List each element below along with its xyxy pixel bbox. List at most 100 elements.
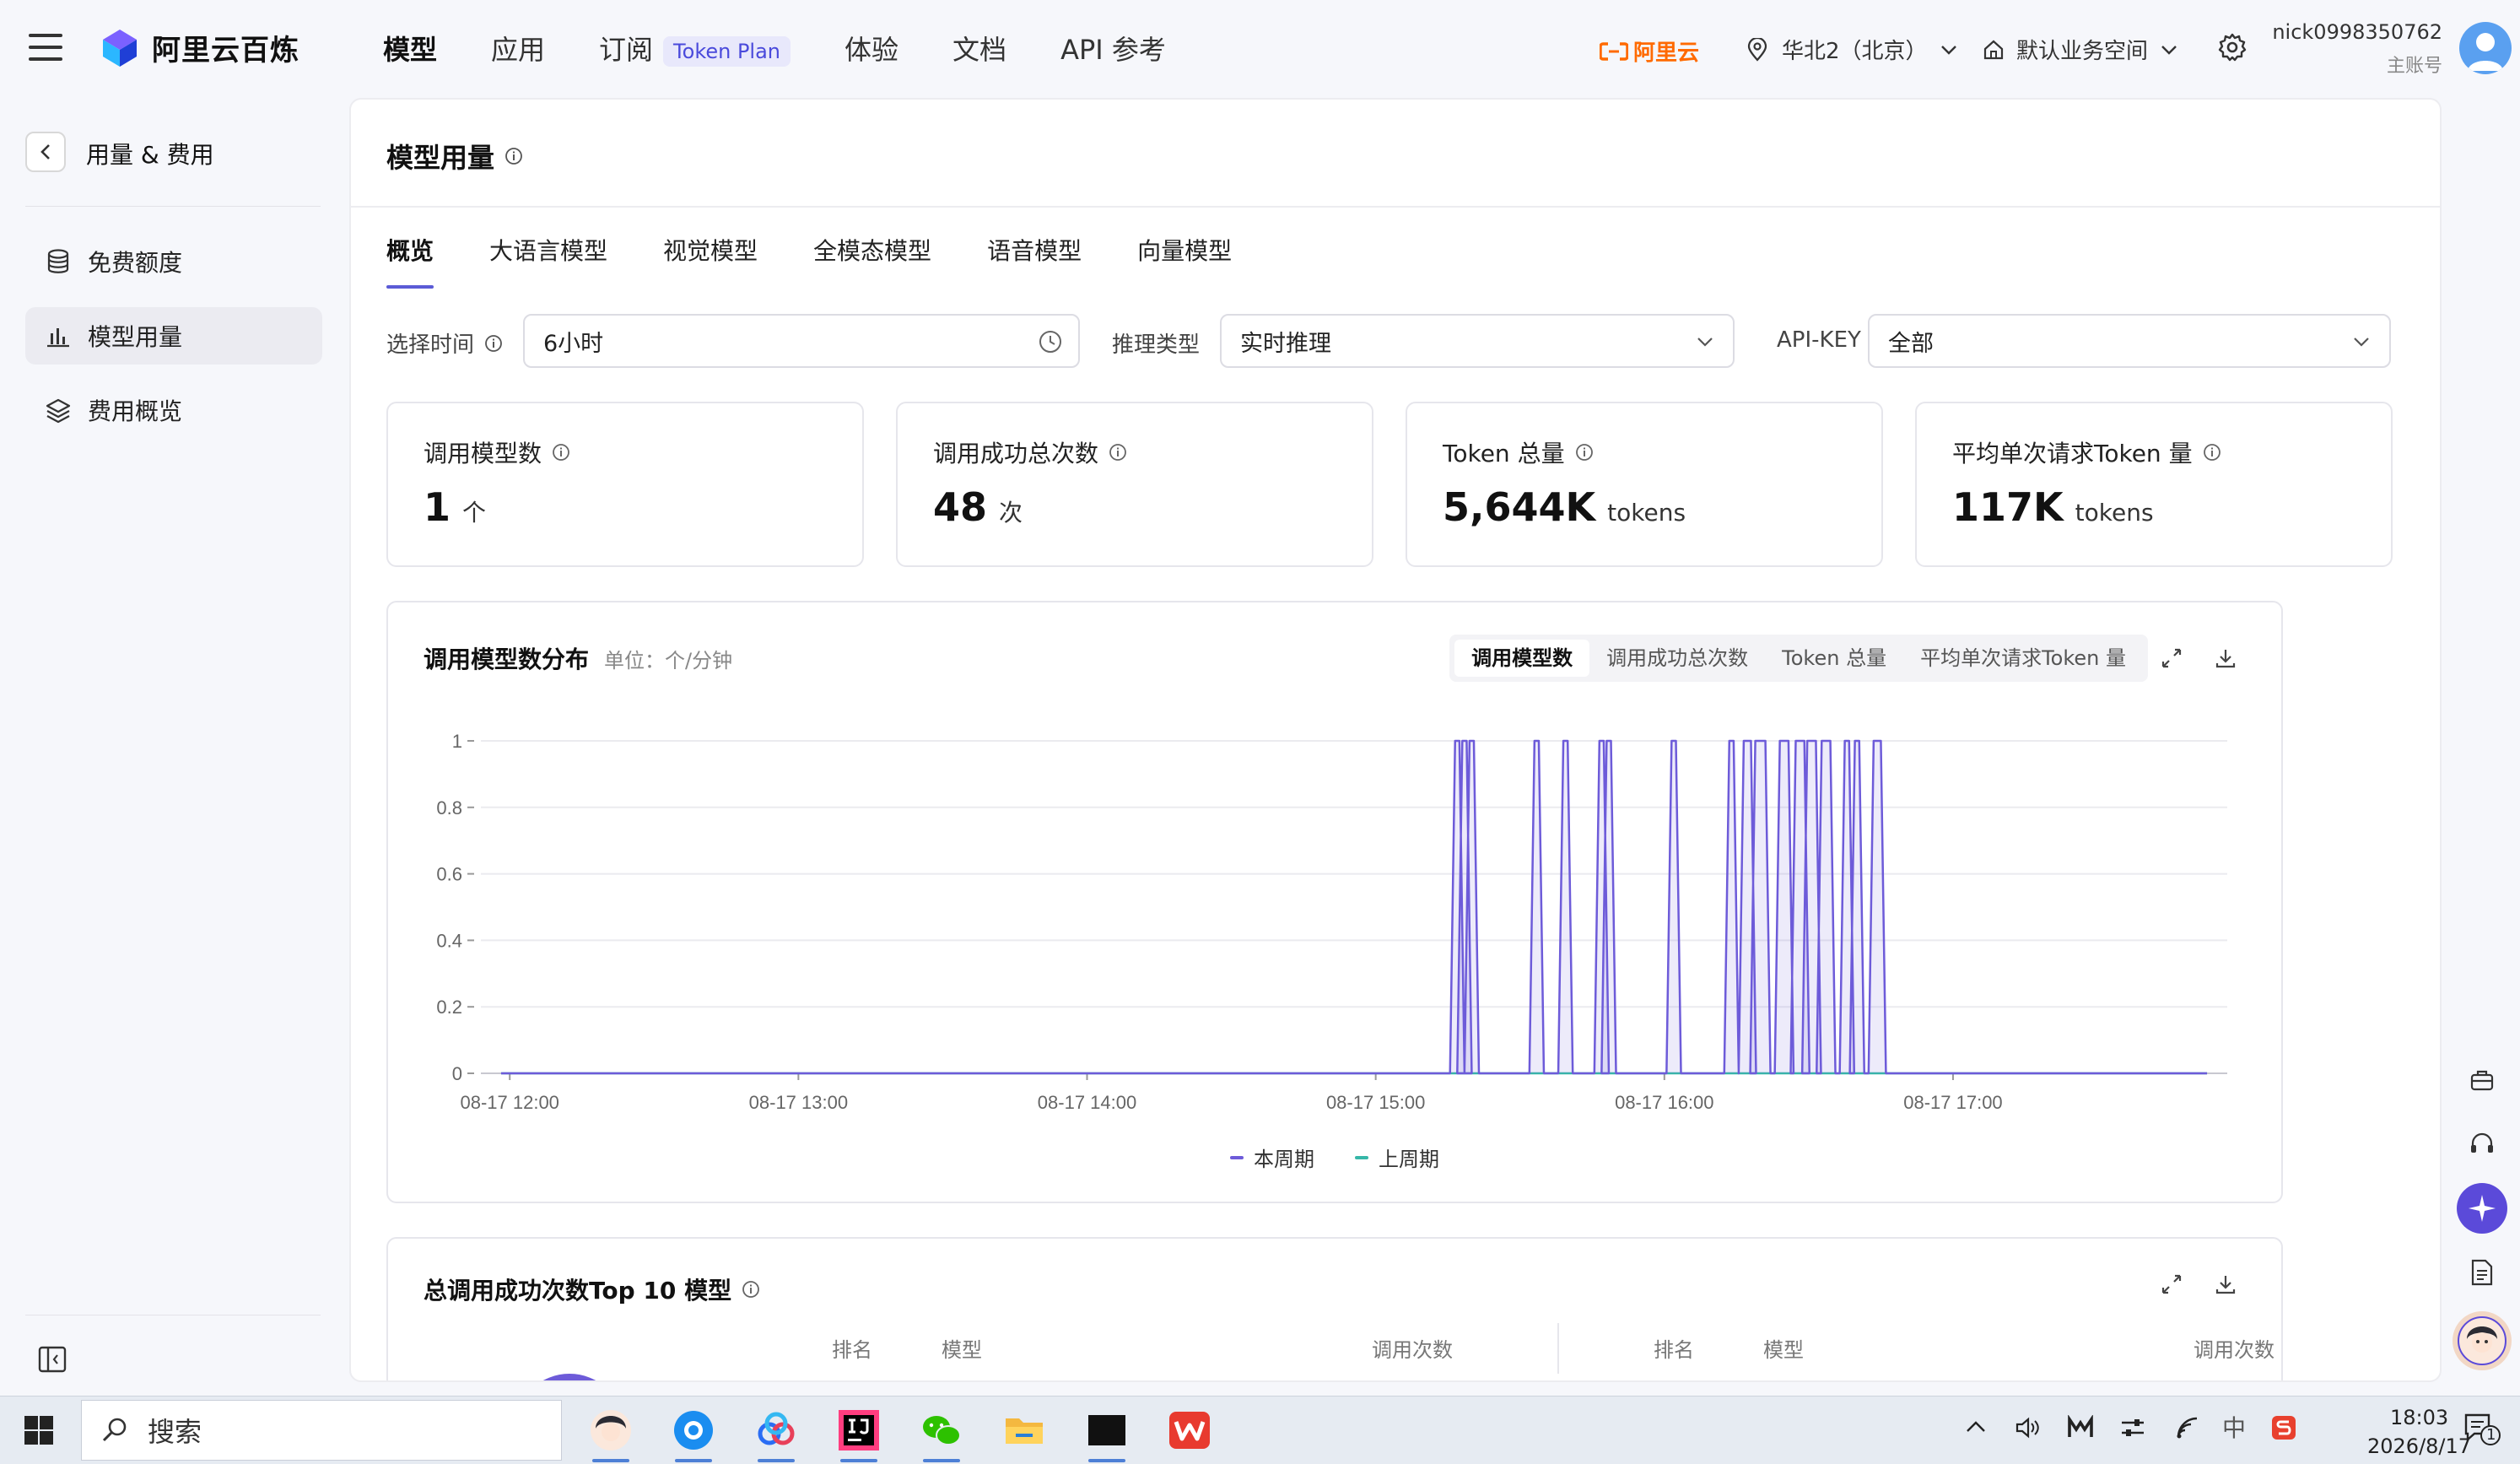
brand-logo[interactable]: 阿里云百炼 bbox=[100, 27, 299, 68]
tab-speech[interactable]: 语音模型 bbox=[987, 233, 1082, 289]
table-header-calls: 调用次数 bbox=[2194, 1338, 2274, 1362]
taskbar-app-intellij[interactable] bbox=[834, 1405, 884, 1462]
info-icon[interactable] bbox=[1575, 443, 1594, 462]
settings-button[interactable] bbox=[2217, 32, 2247, 62]
home-icon bbox=[1983, 40, 2004, 59]
sidebar-item-label: 费用概览 bbox=[88, 397, 183, 425]
api-key-select[interactable]: 全部 bbox=[1868, 314, 2391, 368]
taskbar-app-wechat[interactable] bbox=[916, 1405, 967, 1462]
info-icon[interactable] bbox=[742, 1280, 760, 1299]
sidebar-item-free-quota[interactable]: 免费额度 bbox=[25, 233, 322, 290]
tray-settings[interactable] bbox=[2119, 1415, 2146, 1440]
info-icon[interactable] bbox=[1109, 443, 1127, 462]
top10-models-card: 总调用成功次数Top 10 模型 排名 模型 调用次数 排名 模型 调用次数 bbox=[386, 1237, 2283, 1380]
api-key-value: 全部 bbox=[1888, 330, 1934, 357]
taskbar-clock[interactable]: 18:03 2026/8/17 bbox=[2367, 1403, 2471, 1461]
info-icon[interactable] bbox=[552, 443, 570, 462]
nav-experience[interactable]: 体验 bbox=[844, 29, 898, 68]
stat-card-token-total: Token 总量 5,644K tokens bbox=[1406, 402, 1883, 567]
expand-icon bbox=[2161, 1274, 2182, 1294]
tab-overview[interactable]: 概览 bbox=[386, 233, 434, 289]
taskbar-app-baidu-netdisk[interactable] bbox=[751, 1405, 801, 1462]
taskbar-app-browser[interactable] bbox=[668, 1405, 719, 1462]
clock-date: 2026/8/17 bbox=[2367, 1434, 2472, 1458]
sidebar-item-label: 模型用量 bbox=[88, 323, 183, 351]
info-icon[interactable] bbox=[2203, 443, 2221, 462]
nav-models[interactable]: 模型 bbox=[383, 29, 437, 68]
tray-volume[interactable] bbox=[2015, 1415, 2042, 1440]
bag-tool-button[interactable] bbox=[2457, 1055, 2507, 1105]
account-info[interactable]: nick0998350762 主账号 bbox=[2272, 20, 2442, 78]
time-range-value: 6小时 bbox=[543, 330, 604, 357]
m-logo-icon bbox=[2068, 1415, 2093, 1437]
nav-docs[interactable]: 文档 bbox=[952, 29, 1006, 68]
token-plan-badge: Token Plan bbox=[663, 36, 791, 67]
stat-value: 5,644K tokens bbox=[1443, 484, 1686, 530]
support-button[interactable] bbox=[2457, 1119, 2507, 1170]
tab-embedding[interactable]: 向量模型 bbox=[1137, 233, 1232, 289]
stat-value: 48 次 bbox=[933, 484, 1023, 530]
taskbar-app-terminal[interactable] bbox=[1082, 1405, 1132, 1462]
s-logo-icon bbox=[2272, 1416, 2296, 1440]
assistant-avatar[interactable] bbox=[2453, 1311, 2512, 1370]
tray-ime[interactable]: 中 bbox=[2222, 1410, 2246, 1444]
legend-item-previous[interactable]: 上周期 bbox=[1355, 1143, 1439, 1172]
taskbar-app-file-explorer[interactable] bbox=[999, 1405, 1050, 1456]
tab-llm[interactable]: 大语言模型 bbox=[489, 233, 607, 289]
user-avatar-icon bbox=[591, 1410, 631, 1450]
nav-subscribe[interactable]: 订阅 Token Plan bbox=[599, 29, 791, 68]
inference-type-label: 推理类型 bbox=[1112, 332, 1201, 358]
docs-tool-button[interactable] bbox=[2457, 1247, 2507, 1298]
taskbar-app-avatar[interactable] bbox=[585, 1405, 636, 1462]
legend-item-current[interactable]: 本周期 bbox=[1230, 1143, 1314, 1172]
back-button[interactable] bbox=[25, 132, 66, 172]
top-nav: 模型 应用 订阅 Token Plan 体验 文档 API 参考 bbox=[383, 29, 1220, 68]
chevron-left-icon bbox=[40, 144, 50, 159]
info-icon[interactable] bbox=[505, 147, 523, 165]
sidebar: 用量 & 费用 免费额度 模型用量 费用概览 bbox=[0, 100, 346, 1396]
tray-overflow-button[interactable] bbox=[1964, 1415, 1988, 1439]
tab-omni[interactable]: 全模态模型 bbox=[813, 233, 931, 289]
taskbar-search[interactable]: 搜索 bbox=[81, 1400, 562, 1461]
tray-app-s[interactable] bbox=[2271, 1415, 2296, 1440]
table-header-rank: 排名 bbox=[832, 1338, 872, 1362]
tray-network[interactable] bbox=[2175, 1415, 2202, 1440]
nav-apps[interactable]: 应用 bbox=[491, 29, 545, 68]
table-header-model: 模型 bbox=[942, 1338, 982, 1362]
time-range-picker[interactable]: 6小时 bbox=[523, 314, 1080, 368]
sidebar-item-cost-overview[interactable]: 费用概览 bbox=[25, 381, 322, 439]
windows-logo-icon bbox=[24, 1416, 53, 1445]
tray-app-m[interactable] bbox=[2067, 1415, 2094, 1440]
inference-type-value: 实时推理 bbox=[1240, 330, 1331, 357]
title-divider bbox=[351, 206, 2440, 208]
donut-chart bbox=[515, 1374, 624, 1380]
workspace-selector[interactable]: 默认业务空间 bbox=[1983, 34, 2178, 65]
fullscreen-button[interactable] bbox=[2160, 1272, 2183, 1296]
y-tick-label: 0.2 bbox=[436, 997, 462, 1018]
info-icon[interactable] bbox=[484, 334, 503, 353]
inference-type-select[interactable]: 实时推理 bbox=[1220, 314, 1735, 368]
download-button[interactable] bbox=[2214, 1272, 2237, 1296]
chevron-down-icon bbox=[1697, 338, 1713, 347]
stat-label-text: Token 总量 bbox=[1443, 440, 1565, 467]
taskbar: 搜索 中 18:03 2026/8/17 1 bbox=[0, 1396, 2520, 1464]
start-button[interactable] bbox=[24, 1415, 54, 1445]
top10-title: 总调用成功次数Top 10 模型 bbox=[424, 1272, 760, 1306]
aliyun-label: 阿里云 bbox=[1633, 41, 1700, 66]
tab-vision[interactable]: 视觉模型 bbox=[663, 233, 758, 289]
y-tick-label: 0.8 bbox=[436, 797, 462, 818]
ai-assistant-button[interactable] bbox=[2457, 1183, 2507, 1234]
nav-api-reference[interactable]: API 参考 bbox=[1060, 29, 1166, 68]
stat-label-text: 调用模型数 bbox=[424, 440, 542, 467]
collapse-sidebar-button[interactable] bbox=[37, 1345, 67, 1374]
sidebar-item-model-usage[interactable]: 模型用量 bbox=[25, 307, 322, 365]
terminal-icon bbox=[1088, 1415, 1125, 1445]
chevron-up-icon bbox=[1967, 1421, 1985, 1432]
menu-icon[interactable] bbox=[29, 34, 62, 62]
aliyun-link[interactable]: 阿里云 bbox=[1600, 35, 1699, 67]
stat-label: 调用模型数 bbox=[424, 435, 570, 469]
avatar[interactable] bbox=[2459, 22, 2512, 74]
taskbar-app-wps[interactable] bbox=[1164, 1405, 1215, 1456]
notification-button[interactable]: 1 bbox=[2463, 1412, 2501, 1445]
region-selector[interactable]: 华北2（北京） bbox=[1746, 34, 1958, 65]
